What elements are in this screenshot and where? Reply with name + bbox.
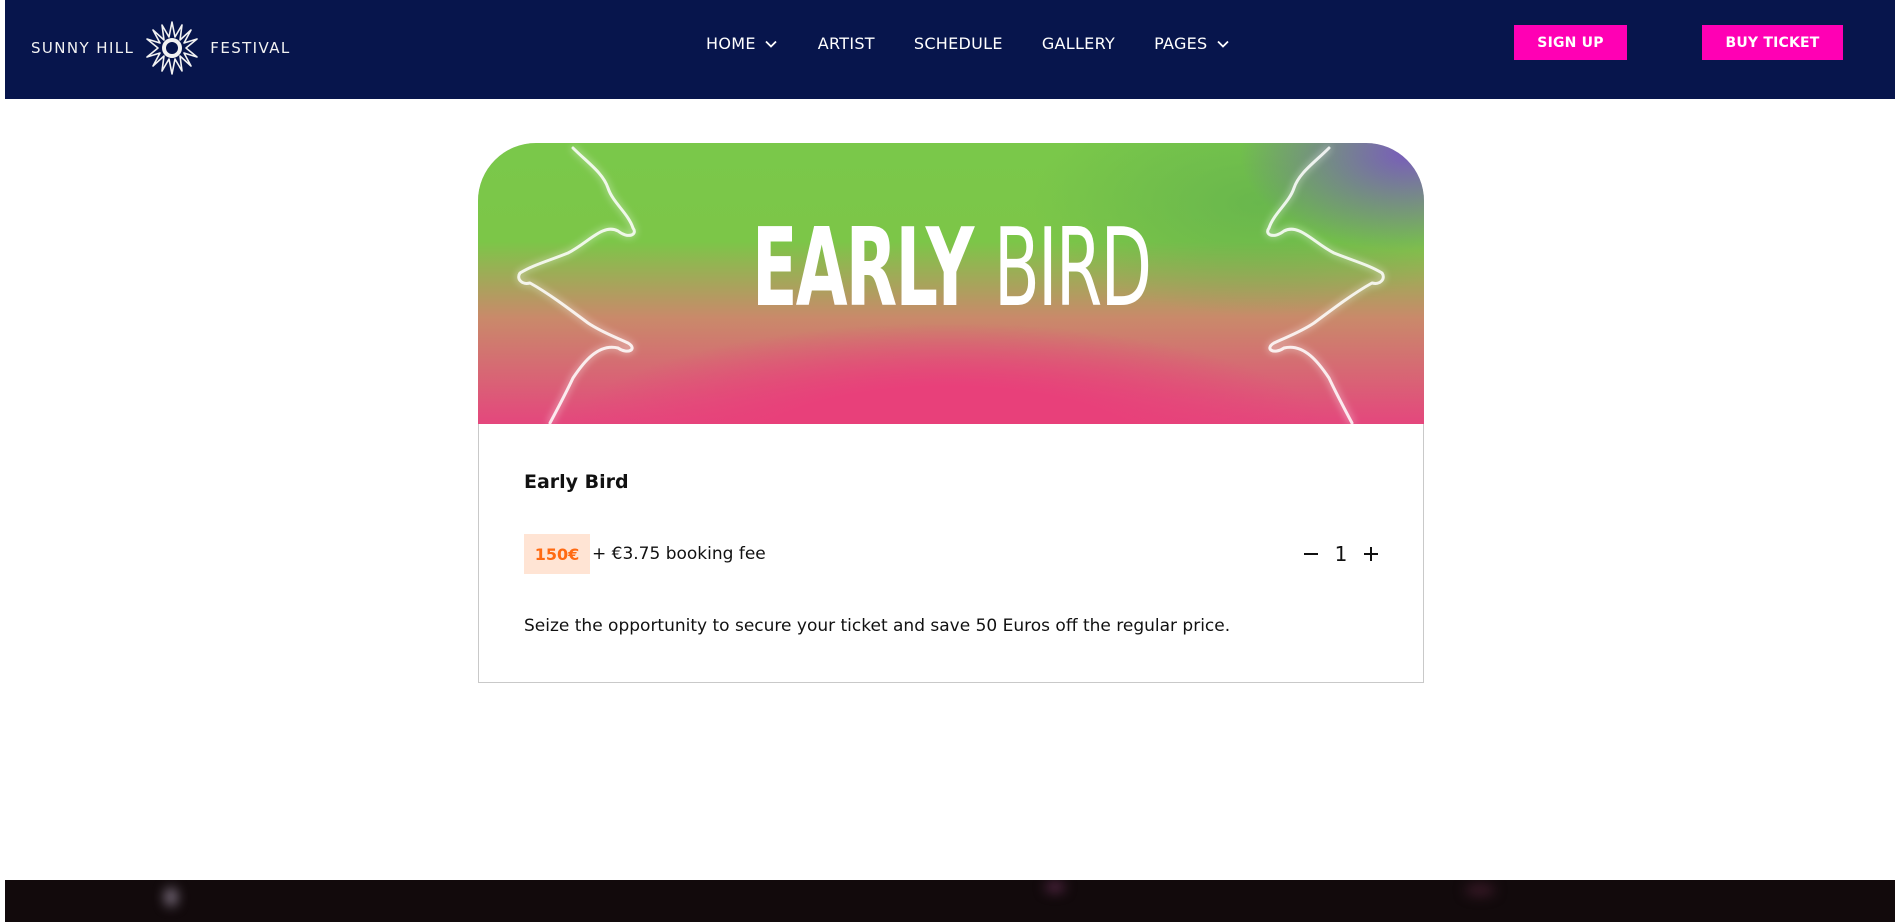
minus-icon[interactable] bbox=[1301, 544, 1321, 564]
ticket-description: Seize the opportunity to secure your tic… bbox=[524, 616, 1231, 636]
site-logo[interactable]: SUNNY HILL FESTIVAL bbox=[31, 21, 291, 75]
quantity-value: 1 bbox=[1334, 542, 1348, 566]
nav-label-home: HOME bbox=[706, 34, 756, 53]
price-badge: 150€ bbox=[524, 534, 590, 574]
main-nav: HOME ARTIST SCHEDULE GALLERY PAGES bbox=[706, 34, 1231, 53]
ticket-card: EARLY BIRD Early Bird 150€ + €3.75 booki… bbox=[478, 143, 1424, 683]
ticket-name: Early Bird bbox=[524, 471, 629, 493]
chevron-down-icon bbox=[1216, 40, 1229, 48]
nav-label-artist: ARTIST bbox=[817, 34, 875, 53]
nav-label-gallery: GALLERY bbox=[1041, 34, 1116, 53]
chevron-down-icon bbox=[765, 40, 777, 48]
ticket-banner: EARLY BIRD bbox=[478, 143, 1424, 424]
sun-starburst-icon bbox=[146, 21, 199, 75]
sign-up-button[interactable]: SIGN UP bbox=[1514, 25, 1627, 60]
price-row: 150€ + €3.75 booking fee bbox=[524, 534, 766, 574]
quantity-stepper: 1 bbox=[1301, 540, 1381, 568]
nav-item-pages[interactable]: PAGES bbox=[1154, 34, 1230, 53]
banner-word-bird: BIRD bbox=[993, 206, 1152, 331]
nav-label-schedule: SCHEDULE bbox=[913, 34, 1003, 53]
banner-title: EARLY BIRD bbox=[658, 215, 1245, 323]
nav-item-home[interactable]: HOME bbox=[706, 34, 779, 53]
site-header: SUNNY HILL FESTIVAL HOME ARTIST SCHEDULE bbox=[5, 0, 1895, 99]
nav-item-artist[interactable]: ARTIST bbox=[818, 34, 875, 53]
nav-label-pages: PAGES bbox=[1154, 34, 1208, 53]
nav-item-schedule[interactable]: SCHEDULE bbox=[914, 34, 1003, 53]
logo-text-left: SUNNY HILL bbox=[31, 39, 135, 57]
page: SUNNY HILL FESTIVAL HOME ARTIST SCHEDULE bbox=[5, 0, 1895, 922]
footer-image-strip bbox=[5, 880, 1895, 922]
plus-icon[interactable] bbox=[1361, 544, 1381, 564]
logo-text-right: FESTIVAL bbox=[210, 39, 291, 57]
banner-word-early: EARLY bbox=[751, 206, 974, 331]
buy-ticket-button[interactable]: BUY TICKET bbox=[1702, 25, 1843, 60]
nav-item-gallery[interactable]: GALLERY bbox=[1042, 34, 1115, 53]
booking-fee: + €3.75 booking fee bbox=[592, 544, 766, 564]
